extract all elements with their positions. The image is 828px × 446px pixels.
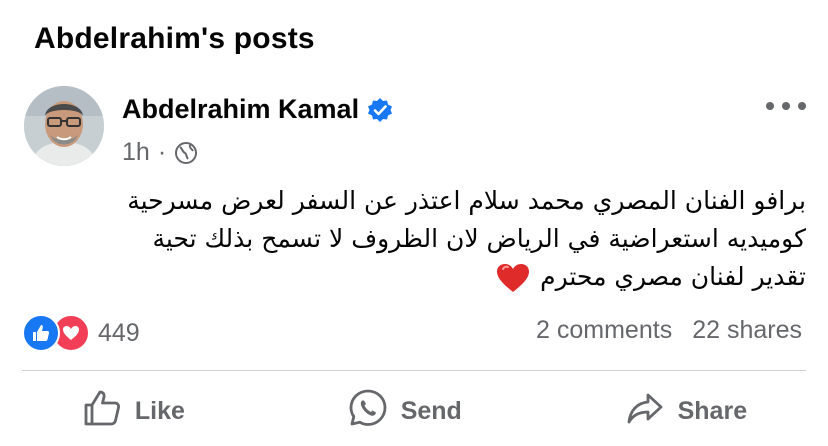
red-heart-emoji-icon — [496, 263, 530, 293]
like-reaction-icon — [22, 314, 60, 352]
post-text-line: برافو الفنان المصري محمد سلام اعتذر عن ا… — [127, 186, 806, 215]
send-button[interactable]: Send — [317, 387, 492, 436]
reaction-count: 449 — [98, 318, 140, 347]
post-text: برافو الفنان المصري محمد سلام اعتذر عن ا… — [40, 182, 806, 296]
author-name[interactable]: Abdelrahim Kamal — [122, 94, 359, 125]
send-label: Send — [400, 396, 462, 425]
globe-icon — [174, 141, 198, 165]
reactions-summary[interactable]: 449 — [22, 314, 140, 352]
share-label: Share — [677, 396, 748, 425]
avatar-image — [24, 86, 104, 166]
dot-icon — [798, 102, 806, 110]
page-title: Abdelrahim's posts — [34, 22, 315, 55]
share-button[interactable]: Share — [594, 387, 777, 436]
comments-count-link[interactable]: 2 comments — [536, 316, 672, 345]
avatar[interactable] — [24, 86, 104, 166]
like-button[interactable]: Like — [51, 387, 215, 436]
divider — [22, 370, 806, 371]
dot-icon — [782, 102, 790, 110]
like-label: Like — [134, 396, 185, 425]
post-text-line: كوميديه استعراضية في الرياض لان الظروف ل… — [152, 224, 806, 253]
share-arrow-icon — [624, 387, 666, 436]
verified-badge-icon — [367, 97, 393, 123]
shares-count-link[interactable]: 22 shares — [692, 316, 802, 345]
whatsapp-icon — [347, 387, 389, 436]
dot-icon — [766, 102, 774, 110]
post-text-line-last: تقدير لفنان مصري محترم — [40, 258, 806, 296]
post-time[interactable]: 1h — [122, 138, 150, 167]
meta-separator: · — [157, 138, 167, 166]
post-text-line: تقدير لفنان مصري محترم — [540, 262, 806, 291]
thumbs-up-icon — [81, 387, 123, 436]
more-options-button[interactable] — [766, 96, 806, 116]
